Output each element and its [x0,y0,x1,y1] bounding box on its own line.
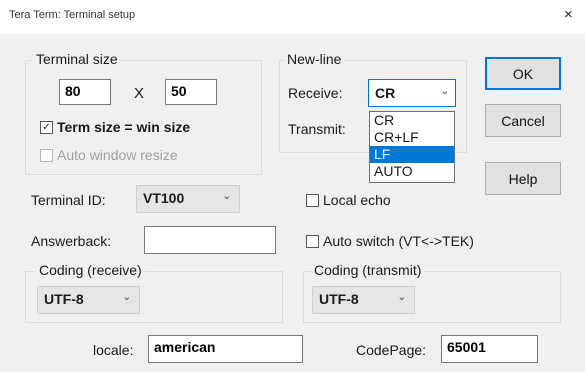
receive-dropdown-list: CR CR+LF LF AUTO [369,111,455,183]
ok-button[interactable]: OK [485,57,561,90]
receive-value: CR [375,85,396,101]
dropdown-option-lf[interactable]: LF [370,146,454,163]
locale-label: locale: [93,342,134,358]
auto-window-resize-checkbox[interactable]: Auto window resize [40,147,178,163]
help-button[interactable]: Help [485,162,561,195]
chevron-down-icon: ⌄ [397,292,406,303]
terminal-cols-input[interactable]: 80 [59,79,111,105]
coding-transmit-select[interactable]: UTF-8 ⌄ [312,286,415,314]
answerback-input[interactable] [144,226,276,254]
checkbox-unchecked-icon [306,234,319,248]
chevron-down-icon: ⌄ [122,292,131,303]
title-bar: Tera Term: Terminal setup × [0,0,585,34]
coding-transmit-value: UTF-8 [319,291,359,307]
checkbox-unchecked-icon [40,148,53,162]
auto-window-resize-label: Auto window resize [57,147,178,163]
terminal-size-label: Terminal size [33,51,121,67]
terminal-id-label: Terminal ID: [31,192,106,208]
answerback-label: Answerback: [31,233,112,249]
close-icon[interactable]: × [564,6,573,23]
coding-transmit-label: Coding (transmit) [311,262,425,278]
codepage-input[interactable]: 65001 [441,335,538,363]
newline-label: New-line [284,51,345,67]
receive-label: Receive: [288,85,343,101]
window-title: Tera Term: Terminal setup [9,9,136,21]
terminal-rows-input[interactable]: 50 [165,79,217,105]
checkbox-unchecked-icon [306,193,319,207]
cancel-button[interactable]: Cancel [485,104,561,137]
term-eq-win-label: Term size = win size [57,119,191,135]
transmit-label: Transmit: [288,121,346,137]
dropdown-option-cr[interactable]: CR [370,112,454,129]
receive-select[interactable]: CR ⌄ [368,79,456,107]
locale-input[interactable]: american [148,335,303,363]
local-echo-checkbox[interactable]: Local echo [306,192,391,208]
term-eq-win-checkbox[interactable]: ✓ Term size = win size [40,119,190,135]
terminal-id-select[interactable]: VT100 ⌄ [136,185,240,213]
coding-receive-label: Coding (receive) [36,262,145,278]
local-echo-label: Local echo [323,192,391,208]
dropdown-option-auto[interactable]: AUTO [370,163,454,180]
coding-receive-value: UTF-8 [44,291,84,307]
coding-receive-select[interactable]: UTF-8 ⌄ [37,286,140,314]
terminal-id-value: VT100 [143,190,185,206]
auto-switch-label: Auto switch (VT<->TEK) [323,233,474,249]
chevron-down-icon: ⌄ [222,191,231,202]
dropdown-option-crlf[interactable]: CR+LF [370,129,454,146]
size-times-label: X [134,85,145,102]
chevron-down-icon: ⌄ [440,86,449,97]
auto-switch-checkbox[interactable]: Auto switch (VT<->TEK) [306,233,474,249]
codepage-label: CodePage: [356,342,427,358]
checkbox-checked-icon: ✓ [40,120,53,134]
